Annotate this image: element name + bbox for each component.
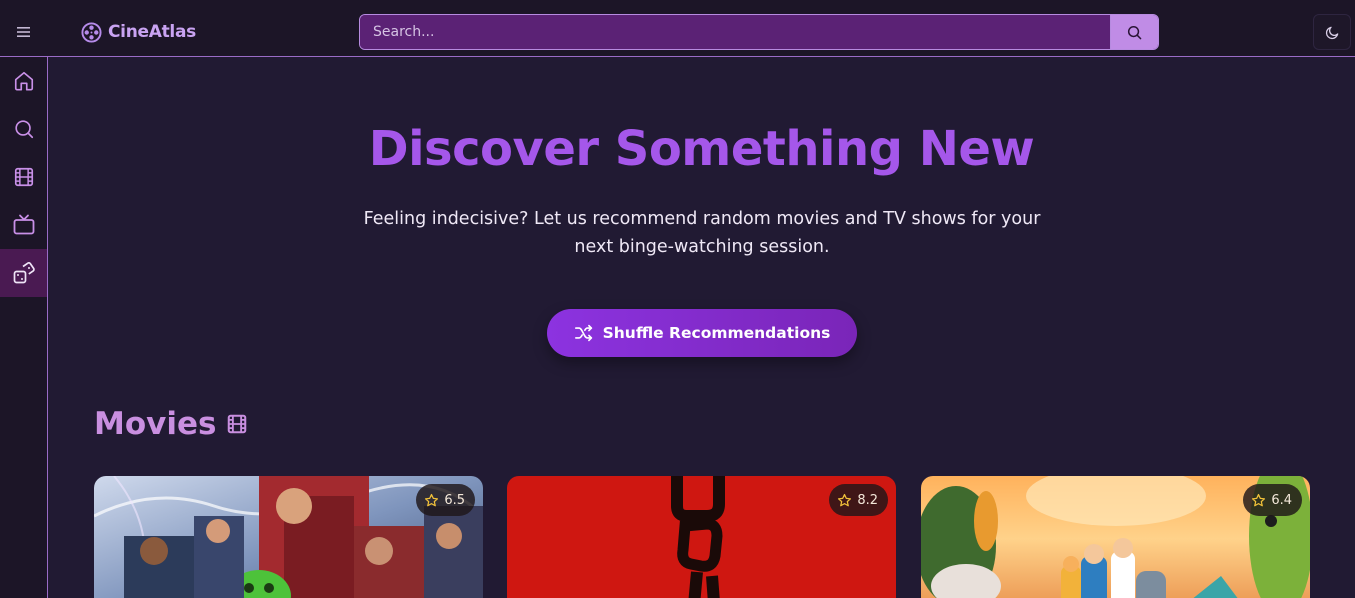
shuffle-recommendations-button[interactable]: Shuffle Recommendations: [547, 309, 857, 357]
theme-toggle-button[interactable]: [1313, 14, 1351, 50]
star-icon: [425, 493, 439, 506]
sidebar-item-movies[interactable]: [0, 153, 47, 201]
rating-value: 6.5: [444, 492, 465, 508]
app-name: CineAtlas: [108, 22, 196, 42]
star-icon: [1252, 493, 1266, 506]
hero-title: Discover Something New: [368, 121, 1035, 177]
rating-badge: 6.4: [1243, 484, 1302, 516]
movie-card[interactable]: 6.5: [94, 476, 483, 598]
film-reel-icon: [81, 21, 102, 43]
movie-card[interactable]: 6.4: [921, 476, 1310, 598]
sidebar-item-home[interactable]: [0, 57, 47, 105]
rating-badge: 8.2: [829, 484, 888, 516]
shuffle-icon: [574, 324, 592, 342]
home-icon: [14, 71, 33, 91]
hero-subtitle: Feeling indecisive? Let us recommend ran…: [363, 209, 1041, 257]
rating-value: 6.4: [1271, 492, 1292, 508]
rating-value: 8.2: [857, 492, 878, 508]
tv-icon: [13, 214, 34, 235]
top-bar: CineAtlas: [0, 0, 1355, 57]
search-button[interactable]: [1110, 15, 1158, 49]
star-icon: [838, 493, 852, 506]
hamburger-menu-icon: [17, 27, 30, 37]
movie-card[interactable]: 8.2: [507, 476, 896, 598]
movies-heading: Movies: [94, 406, 217, 442]
movies-section-title: Movies: [94, 406, 248, 442]
logo[interactable]: CineAtlas: [81, 20, 196, 44]
film-icon: [14, 167, 33, 187]
menu-button[interactable]: [10, 19, 38, 45]
sidebar-item-random[interactable]: [0, 249, 47, 297]
sidebar: [0, 57, 48, 598]
film-icon: [228, 414, 247, 434]
search-input[interactable]: [360, 15, 1110, 49]
shuffle-button-label: Shuffle Recommendations: [602, 324, 831, 342]
dice-icon: [13, 262, 35, 284]
moon-icon: [1325, 26, 1338, 39]
search-icon: [14, 120, 33, 139]
search-bar: [359, 14, 1159, 50]
search-icon: [1127, 25, 1142, 39]
sidebar-item-tv[interactable]: [0, 201, 47, 249]
rating-badge: 6.5: [416, 484, 475, 516]
sidebar-item-search[interactable]: [0, 105, 47, 153]
